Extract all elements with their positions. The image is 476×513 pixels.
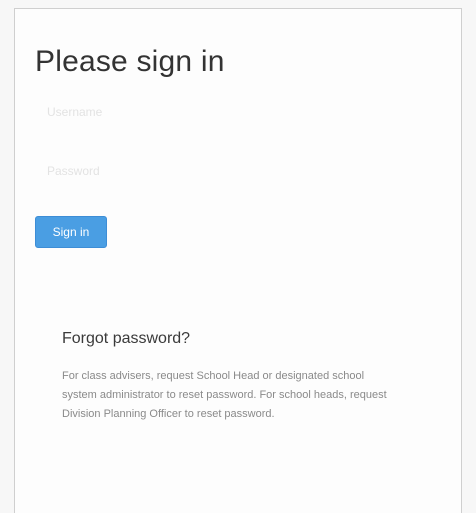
login-page: Please sign in Sign in Forgot password? … — [0, 0, 476, 513]
login-panel: Please sign in Sign in Forgot password? … — [14, 8, 462, 513]
forgot-password-instructions: For class advisers, request School Head … — [62, 370, 387, 420]
username-field[interactable] — [35, 95, 425, 129]
password-field[interactable] — [35, 154, 425, 188]
forgot-password-heading: Forgot password? — [62, 330, 191, 347]
page-title: Please sign in — [35, 45, 225, 78]
sign-in-button[interactable]: Sign in — [35, 216, 107, 248]
